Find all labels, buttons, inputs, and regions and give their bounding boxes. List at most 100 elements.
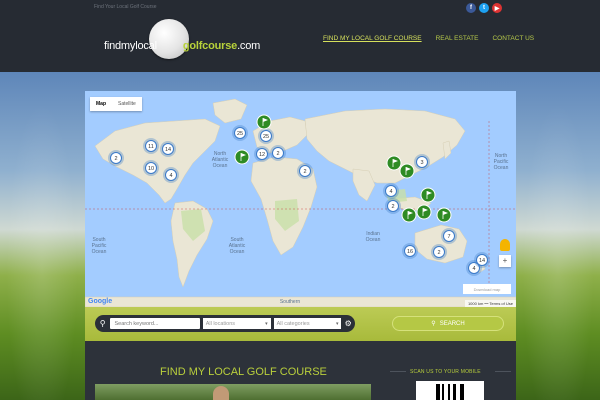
cluster-marker[interactable]: 2 — [431, 244, 447, 260]
cluster-count: 2 — [437, 250, 440, 256]
cluster-count: 25 — [237, 131, 243, 137]
golf-flag-marker[interactable] — [234, 149, 250, 165]
nav-real-estate[interactable]: REAL ESTATE — [436, 35, 479, 42]
golf-flag-marker[interactable] — [401, 207, 417, 223]
locations-select-value: All locations — [205, 320, 236, 327]
search-icon: ⚲ — [431, 321, 436, 327]
cluster-marker[interactable]: 4 — [163, 167, 179, 183]
cluster-marker[interactable]: 3 — [414, 154, 430, 170]
categories-select[interactable]: All categories ▾ — [273, 318, 342, 329]
nav-contact-us[interactable]: CONTACT US — [492, 35, 534, 42]
logo-text-suffix: .com — [237, 40, 261, 52]
cluster-marker[interactable]: 7 — [441, 228, 457, 244]
cluster-count: 2 — [276, 151, 279, 157]
background-right-panel — [516, 72, 600, 400]
content-section: FIND MY LOCAL GOLF COURSE SCAN US TO YOU… — [85, 341, 516, 400]
qr-pattern — [436, 384, 464, 400]
golfer-figure — [213, 386, 229, 400]
cluster-count: 7 — [447, 234, 450, 240]
scan-title: SCAN US TO YOUR MOBILE — [410, 369, 481, 375]
svg-text:NorthAtlanticOcean: North Atlantic Ocean — [212, 151, 229, 169]
svg-text:SouthPacificOcean: South Pacific Ocean — [92, 237, 107, 255]
cluster-count: 3 — [420, 160, 423, 166]
cluster-count: 2 — [114, 156, 117, 162]
svg-text:Southern: Southern — [280, 299, 301, 305]
cluster-marker[interactable]: 14 — [474, 252, 490, 268]
cluster-marker[interactable]: 2 — [270, 145, 286, 161]
golf-ball-icon — [148, 19, 189, 59]
map-canvas: North Atlantic Ocean South Atlantic Ocean So… — [85, 98, 516, 307]
divider-right — [495, 371, 511, 372]
chevron-down-icon: ▾ — [335, 320, 339, 327]
search-form: ⚲ All locations ▾ All categories ▾ ⚙ — [95, 315, 355, 332]
search-bar: ⚲ All locations ▾ All categories ▾ ⚙ ⚲ S… — [85, 307, 516, 341]
qr-code — [416, 381, 484, 400]
golf-flag-marker[interactable] — [399, 163, 415, 179]
cluster-count: 2 — [391, 204, 394, 210]
svg-text:NorthPacificOcean: North Pacific Ocean — [494, 153, 509, 171]
golf-flag-marker[interactable] — [256, 114, 272, 130]
chevron-down-icon: ▾ — [265, 320, 268, 327]
cluster-count: 16 — [407, 249, 413, 255]
cluster-marker[interactable]: 25 — [258, 128, 274, 144]
search-icon: ⚲ — [99, 319, 106, 328]
cluster-marker[interactable]: 25 — [232, 125, 248, 141]
map-tooltip: Download map — [463, 284, 511, 294]
golf-flag-marker[interactable] — [420, 187, 436, 203]
section-title: FIND MY LOCAL GOLF COURSE — [160, 366, 327, 378]
cluster-count: 10 — [148, 166, 154, 172]
cluster-marker[interactable]: 16 — [402, 243, 418, 259]
divider-left — [390, 371, 406, 372]
cluster-count: 4 — [389, 189, 392, 195]
golf-photo — [95, 384, 371, 400]
svg-text:SouthAtlanticOcean: South Atlantic Ocean — [229, 237, 246, 255]
pegman-icon[interactable] — [500, 239, 510, 251]
background-left-panel — [0, 72, 84, 400]
zoom-control: + — [499, 255, 511, 267]
cluster-marker[interactable]: 4 — [383, 183, 399, 199]
cluster-count: 14 — [165, 147, 171, 153]
map-type-satellite-button[interactable]: Satellite — [112, 97, 142, 111]
map-type-map-button[interactable]: Map — [90, 97, 112, 111]
golf-flag-marker[interactable] — [386, 155, 402, 171]
categories-select-value: All categories — [276, 320, 310, 327]
map-footer[interactable]: 1000 km ⎯⎯ Terms of Use — [464, 300, 516, 307]
world-map[interactable]: North Atlantic Ocean South Atlantic Ocean So… — [85, 91, 516, 307]
cluster-count: 4 — [472, 266, 475, 272]
locations-select[interactable]: All locations ▾ — [202, 318, 271, 329]
cluster-marker[interactable]: 2 — [108, 150, 124, 166]
nav-find-golf-course[interactable]: FIND MY LOCAL GOLF COURSE — [323, 35, 422, 42]
cluster-count: 11 — [148, 144, 154, 150]
gear-icon[interactable]: ⚙ — [341, 319, 355, 328]
golf-flag-marker[interactable] — [416, 204, 432, 220]
search-button-label: SEARCH — [439, 320, 465, 327]
site-logo[interactable]: findmylocal golfcourse .com — [104, 19, 261, 59]
svg-text:IndianOcean: Indian Ocean — [366, 231, 381, 243]
cluster-marker[interactable]: 2 — [297, 163, 313, 179]
cluster-count: 12 — [259, 152, 265, 158]
main-navigation: FIND MY LOCAL GOLF COURSE REAL ESTATE CO… — [323, 35, 534, 42]
cluster-marker[interactable]: 10 — [143, 160, 159, 176]
facebook-icon[interactable]: f — [466, 3, 476, 13]
search-button[interactable]: ⚲ SEARCH — [392, 316, 504, 331]
zoom-in-button[interactable]: + — [499, 255, 511, 267]
logo-text-prefix: findmylocal — [104, 40, 157, 52]
twitter-icon[interactable]: t — [479, 3, 489, 13]
map-type-control: Map Satellite — [90, 97, 142, 111]
cluster-count: 4 — [169, 173, 172, 179]
logo-text-accent: golfcourse — [182, 40, 238, 52]
site-header: Find Your Local Golf Course f t ▶ findmy… — [0, 0, 600, 72]
golf-flag-marker[interactable] — [436, 207, 452, 223]
cluster-count: 14 — [479, 258, 485, 264]
cluster-marker[interactable]: 11 — [143, 138, 159, 154]
cluster-marker[interactable]: 12 — [254, 146, 270, 162]
keyword-input[interactable] — [110, 318, 200, 329]
google-logo: Google — [88, 298, 113, 305]
cluster-marker[interactable]: 14 — [160, 141, 176, 157]
land-masses — [85, 98, 516, 307]
site-tagline: Find Your Local Golf Course — [94, 4, 157, 10]
cluster-marker[interactable]: 2 — [385, 198, 401, 214]
youtube-icon[interactable]: ▶ — [492, 3, 502, 13]
social-links: f t ▶ — [466, 3, 502, 13]
cluster-count: 2 — [303, 169, 306, 175]
